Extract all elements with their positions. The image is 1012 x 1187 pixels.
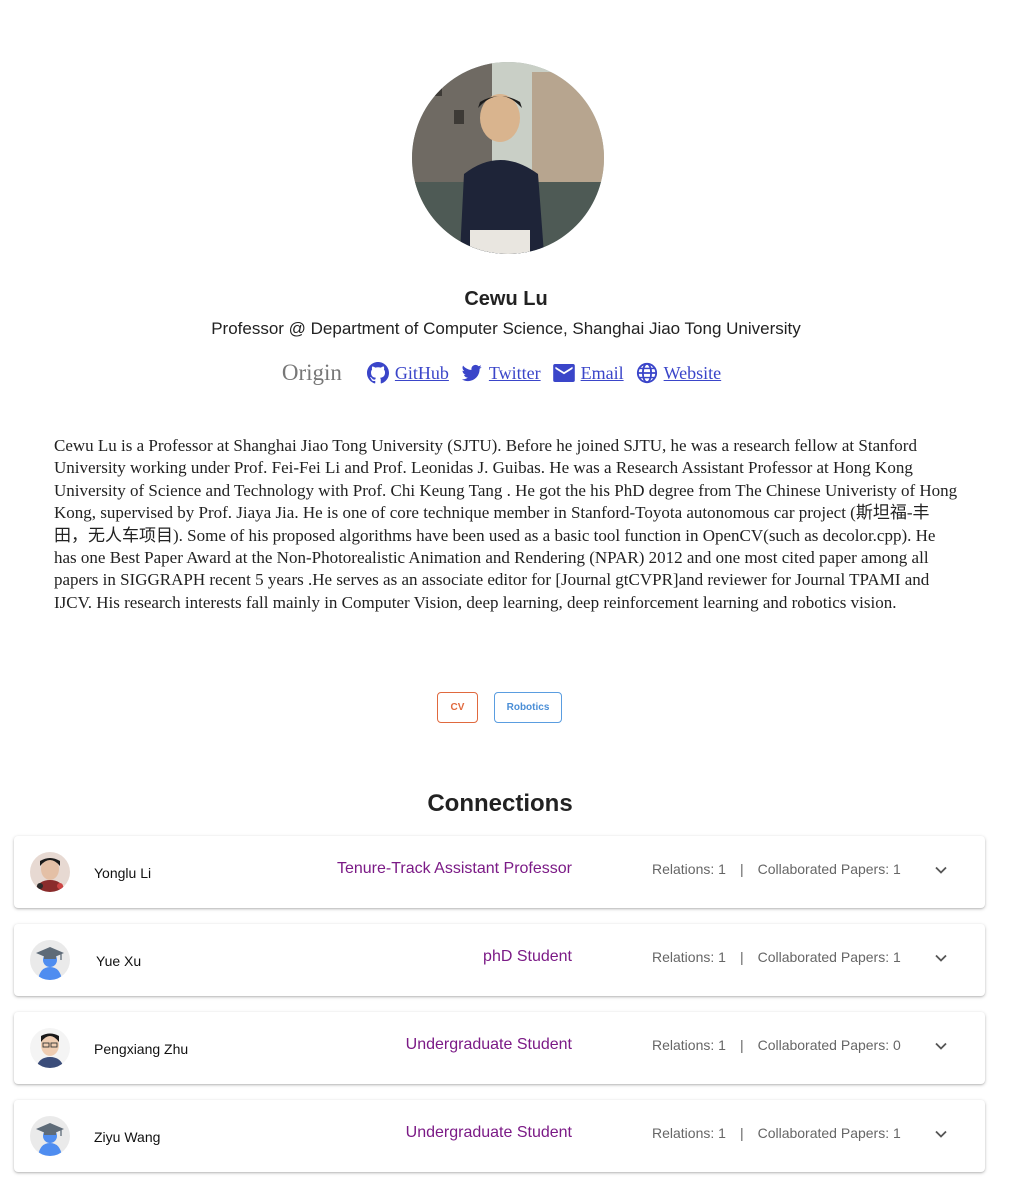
connection-stats: Relations: 1 | Collaborated Papers: 1 bbox=[652, 861, 901, 877]
stats-separator: | bbox=[739, 1125, 744, 1141]
globe-icon bbox=[636, 362, 657, 384]
collaborated-papers-count: Collaborated Papers: 1 bbox=[757, 861, 901, 877]
relations-count: Relations: 1 bbox=[652, 1125, 726, 1141]
connection-name[interactable]: Pengxiang Zhu bbox=[94, 1041, 188, 1057]
tag-robotics[interactable]: Robotics bbox=[494, 692, 562, 723]
connection-card[interactable]: Ziyu Wang Undergraduate Student Relation… bbox=[14, 1100, 985, 1172]
profile-avatar bbox=[412, 62, 604, 254]
stats-separator: | bbox=[739, 1037, 744, 1053]
twitter-link[interactable]: Twitter bbox=[461, 363, 541, 384]
email-link[interactable]: Email bbox=[552, 362, 624, 384]
email-icon bbox=[552, 364, 575, 382]
relations-count: Relations: 1 bbox=[652, 949, 726, 965]
chevron-down-icon[interactable] bbox=[934, 951, 948, 965]
connection-name[interactable]: Ziyu Wang bbox=[94, 1129, 160, 1145]
connection-card[interactable]: Yue Xu phD Student Relations: 1 | Collabor… bbox=[14, 924, 985, 996]
graduate-cap-avatar-icon bbox=[30, 1116, 70, 1156]
twitter-label: Twitter bbox=[488, 362, 541, 383]
collaborated-papers-count: Collaborated Papers: 1 bbox=[757, 949, 901, 965]
chevron-down-icon[interactable] bbox=[934, 863, 948, 877]
collaborated-papers-count: Collaborated Papers: 0 bbox=[757, 1037, 901, 1053]
graduate-cap-avatar-icon bbox=[30, 940, 70, 980]
profile-name: Cewu Lu bbox=[464, 288, 548, 310]
connection-role: Tenure-Track Assistant Professor bbox=[336, 860, 572, 877]
connection-role: Undergraduate Student bbox=[405, 1036, 572, 1053]
profile-bio: Cewu Lu is a Professor at Shanghai Jiao … bbox=[54, 436, 958, 612]
relations-count: Relations: 1 bbox=[652, 1037, 726, 1053]
tag-cv[interactable]: CV bbox=[437, 692, 478, 723]
collaborated-papers-count: Collaborated Papers: 1 bbox=[757, 1125, 901, 1141]
connection-stats: Relations: 1 | Collaborated Papers: 1 bbox=[652, 1125, 901, 1141]
stats-separator: | bbox=[739, 949, 744, 965]
email-label: Email bbox=[580, 362, 624, 383]
relations-count: Relations: 1 bbox=[652, 861, 726, 877]
connection-name[interactable]: Yue Xu bbox=[96, 953, 141, 969]
github-icon bbox=[366, 362, 389, 384]
connections-heading: Connections bbox=[427, 790, 573, 817]
avatar bbox=[30, 1028, 70, 1068]
website-link[interactable]: Website bbox=[636, 362, 722, 384]
twitter-icon bbox=[461, 364, 482, 382]
chevron-down-icon[interactable] bbox=[934, 1039, 948, 1053]
origin-label: Origin bbox=[281, 360, 342, 385]
connection-stats: Relations: 1 | Collaborated Papers: 1 bbox=[652, 949, 901, 965]
chevron-down-icon[interactable] bbox=[934, 1127, 948, 1141]
website-label: Website bbox=[663, 362, 722, 383]
github-label: GitHub bbox=[394, 362, 449, 383]
stats-separator: | bbox=[739, 861, 744, 877]
connection-role: Undergraduate Student bbox=[405, 1124, 572, 1141]
connection-card[interactable]: Pengxiang Zhu Undergraduate Student Rela… bbox=[14, 1012, 985, 1084]
connection-role: phD Student bbox=[483, 948, 572, 965]
avatar bbox=[30, 852, 70, 892]
connection-stats: Relations: 1 | Collaborated Papers: 0 bbox=[652, 1037, 901, 1053]
connection-name[interactable]: Yonglu Li bbox=[94, 865, 151, 881]
profile-title: Professor @ Department of Computer Scien… bbox=[211, 319, 801, 338]
github-link[interactable]: GitHub bbox=[366, 362, 449, 384]
connection-card[interactable]: Yonglu Li Tenure-Track Assistant Profess… bbox=[14, 836, 985, 908]
profile-links: Origin GitHub Twitter Email Website bbox=[0, 358, 1012, 388]
